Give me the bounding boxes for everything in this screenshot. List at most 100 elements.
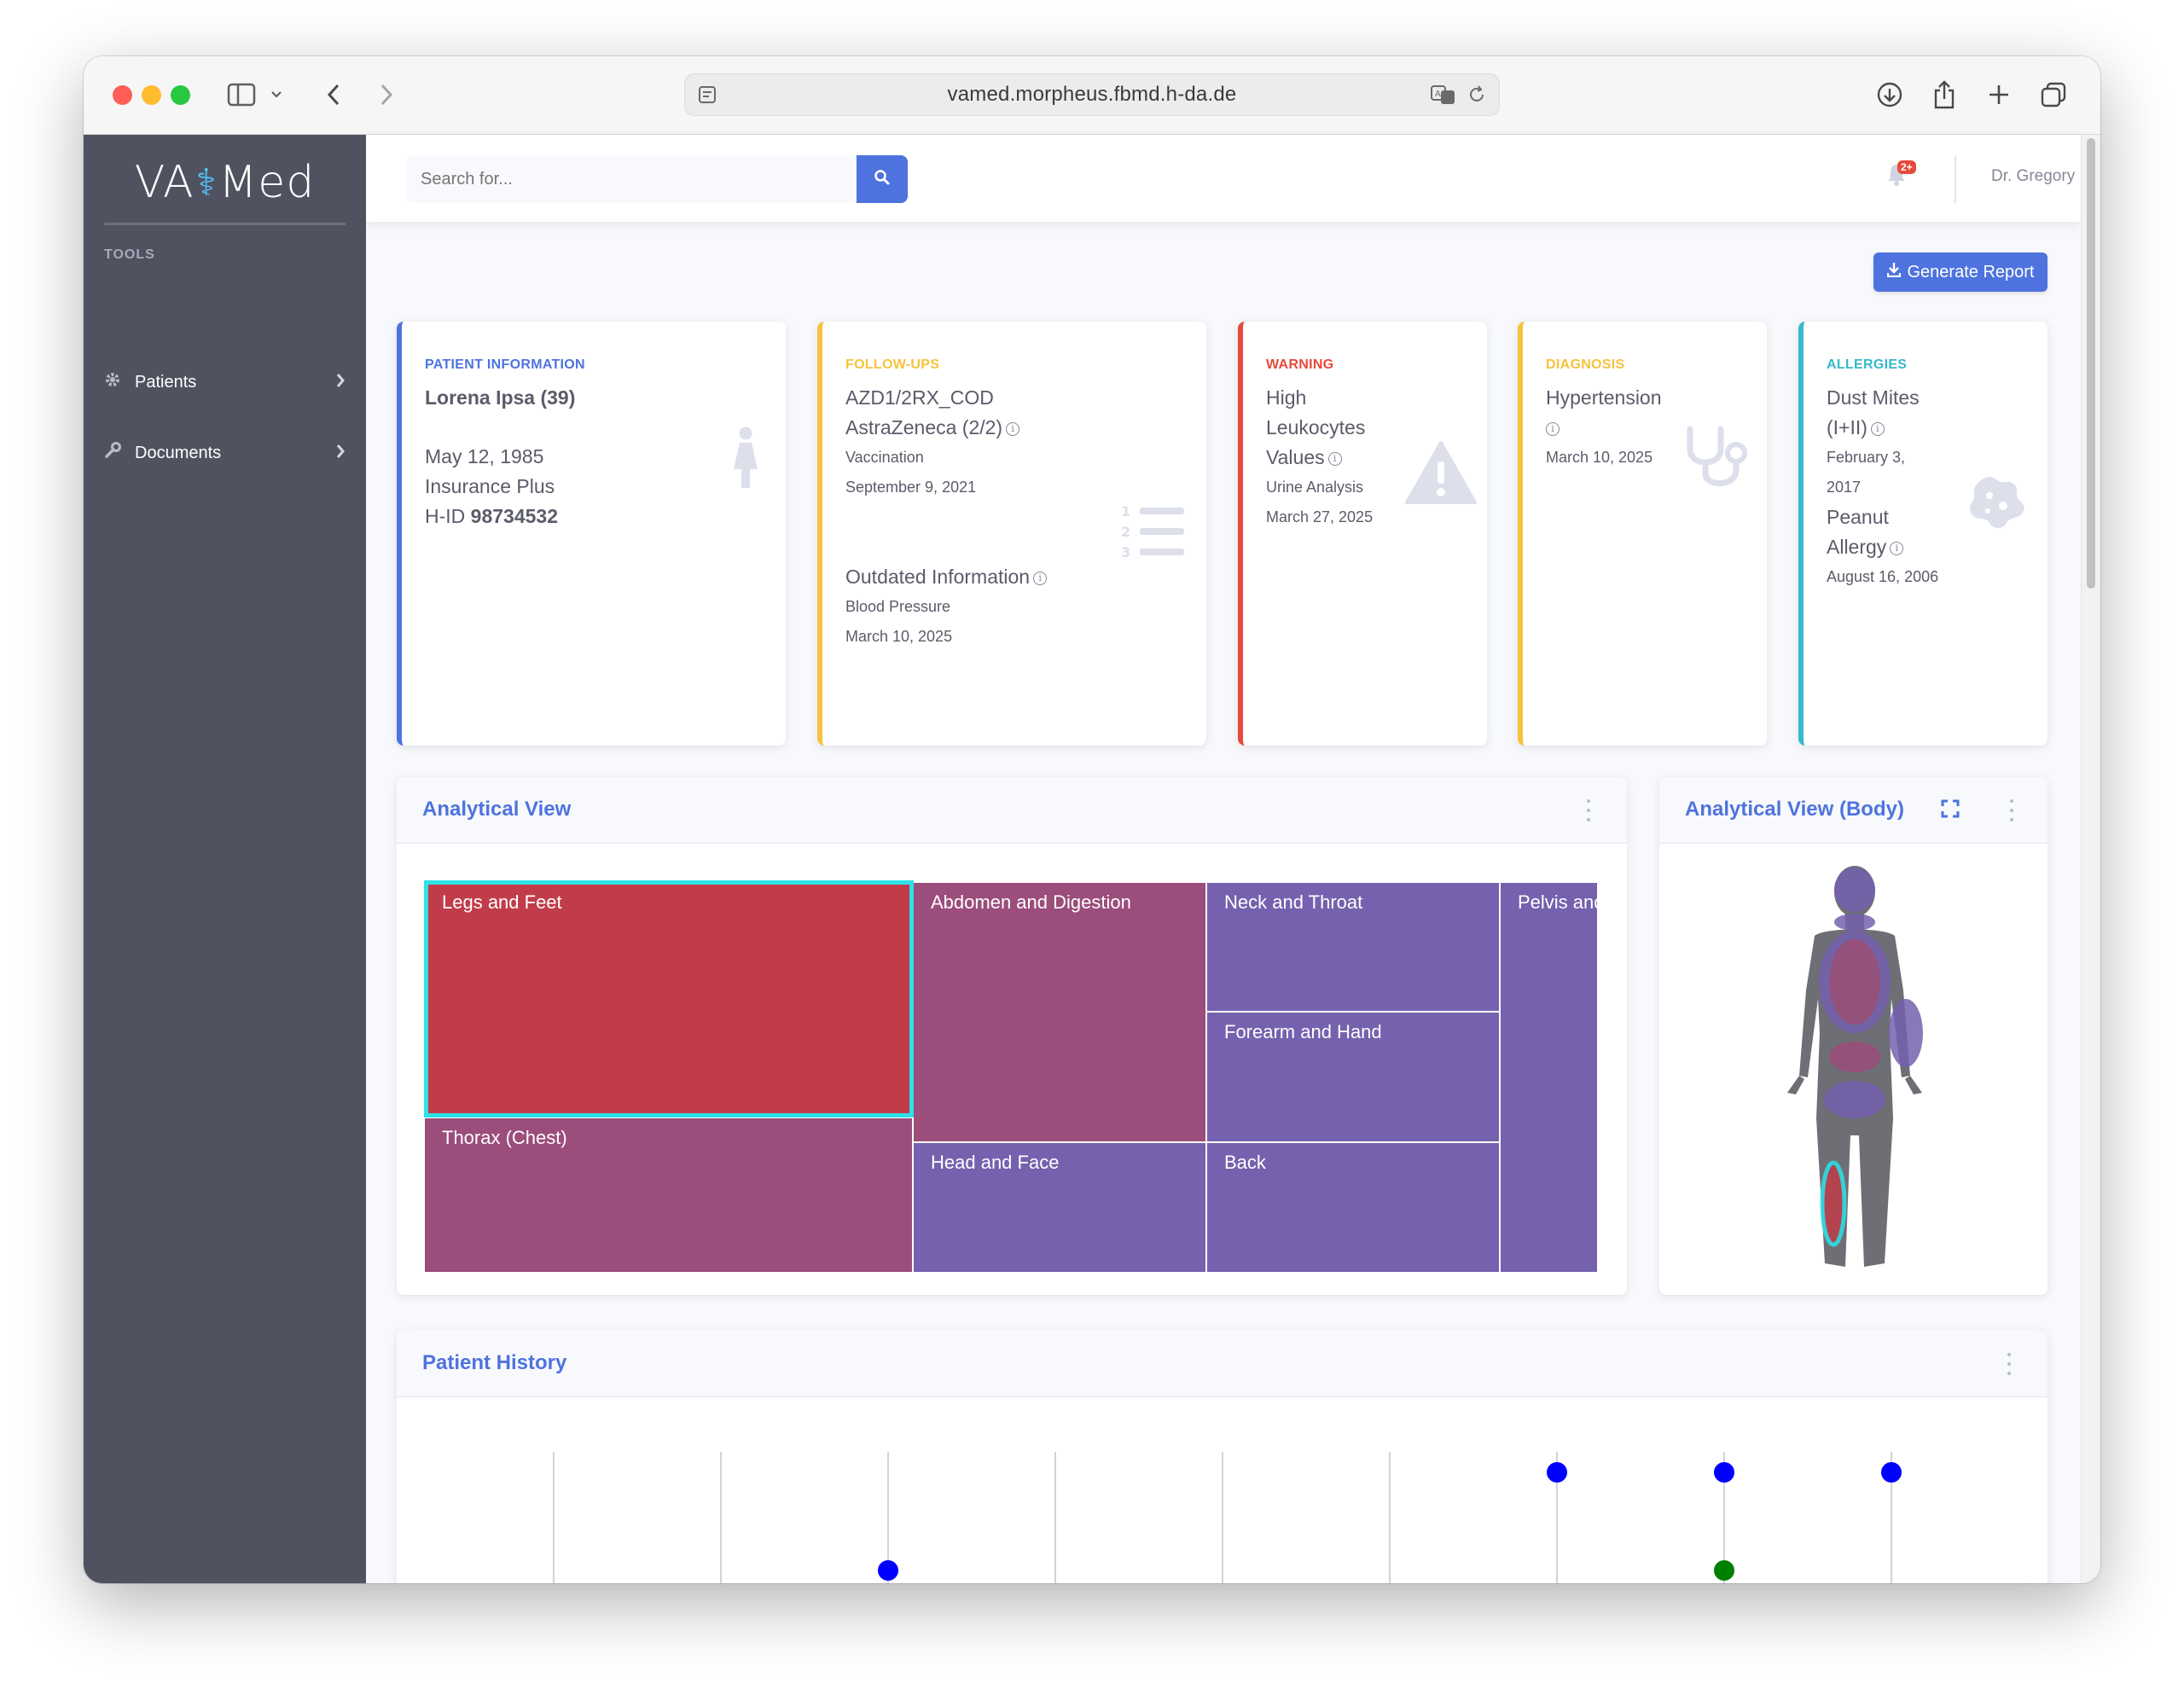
scrollbar-thumb[interactable] (2087, 138, 2095, 589)
forward-arrow-icon[interactable] (370, 78, 403, 111)
panel-title: Patient History (422, 1351, 567, 1374)
chevron-right-icon (335, 441, 346, 465)
info-icon[interactable]: i (1006, 421, 1020, 436)
sidebar-toggle-icon[interactable] (225, 78, 258, 111)
expand-icon[interactable] (1941, 799, 1960, 822)
search-icon (874, 169, 891, 190)
allergies-card: ALLERGIES Dust Mites (I+II) i February 3,… (1798, 322, 2048, 746)
treemap-region-pelvis-and-hips[interactable]: Pelvis and Hips (1500, 882, 1598, 1273)
reload-icon[interactable] (1467, 84, 1487, 109)
card-label: WARNING (1266, 357, 1334, 372)
allergy-title-2-line2: Allergy i (1827, 532, 1938, 562)
close-window-button[interactable] (113, 85, 132, 105)
info-icon[interactable]: i (1033, 571, 1048, 585)
sidebar: VA ⚕ Med TOOLS Patients Documents (84, 135, 366, 1583)
warning-card: WARNING High Leukocytes Values i Urine An… (1238, 322, 1487, 746)
followup-date: September 9, 2021 (845, 479, 977, 496)
brand-logo[interactable]: VA ⚕ Med (84, 148, 366, 217)
followup-title-2: Outdated Information i (845, 562, 1048, 592)
treemap-region-neck-and-throat[interactable]: Neck and Throat (1206, 882, 1500, 1012)
follow-ups-card: FOLLOW-UPS AZD1/2RX_COD AstraZeneca (2/2… (817, 322, 1206, 746)
address-bar[interactable]: vamed.morpheus.fbmd.h-da.de A (684, 73, 1500, 116)
timeline-event-dot[interactable] (1547, 1462, 1567, 1483)
allergy-title-2: Peanut (1827, 506, 1889, 528)
card-label: DIAGNOSIS (1546, 357, 1625, 372)
generate-report-button[interactable]: Generate Report (1873, 253, 2048, 292)
followup-title: AZD1/2RX_COD (845, 386, 994, 409)
bell-icon (1885, 165, 1908, 189)
panel-title: Analytical View (Body) (1685, 798, 1904, 821)
warning-title-line3: Values i (1266, 443, 1373, 473)
more-options-icon[interactable] (1584, 799, 1593, 821)
translate-icon[interactable]: A (1431, 84, 1456, 109)
more-options-icon[interactable] (2005, 1353, 2013, 1375)
allergy-date: February 3, (1827, 449, 1906, 466)
followup-date-2: March 10, 2025 (845, 628, 953, 645)
more-options-icon[interactable] (2007, 799, 2016, 821)
search-input[interactable] (406, 155, 857, 203)
allergy-title-line2: (I+II) i (1827, 413, 1938, 443)
chevron-right-icon (335, 370, 346, 394)
panel-title: Analytical View (422, 798, 572, 821)
treemap-region-legs-and-feet[interactable]: Legs and Feet (424, 882, 913, 1117)
minimize-window-button[interactable] (142, 85, 161, 105)
timeline-gridline (553, 1452, 555, 1583)
sidebar-item-label: Documents (135, 443, 222, 462)
diagnosis-title: Hypertension (1546, 386, 1662, 409)
topbar-divider (1955, 155, 1956, 203)
allergen-icon (1964, 473, 2029, 536)
diagnosis-info: i (1546, 413, 1662, 443)
card-label: PATIENT INFORMATION (425, 357, 585, 372)
treemap-region-abdomen-and-digestion[interactable]: Abdomen and Digestion (913, 882, 1206, 1142)
svg-text:1: 1 (1121, 503, 1130, 520)
patient-name: Lorena Ipsa (39) (425, 386, 576, 409)
card-label: ALLERGIES (1827, 357, 1908, 372)
download-icon[interactable] (1873, 78, 1906, 111)
wrench-icon (104, 442, 128, 464)
generate-report-label: Generate Report (1907, 262, 2035, 282)
sidebar-divider (104, 223, 346, 225)
allergy-title: Dust Mites (1827, 386, 1920, 409)
download-icon (1886, 262, 1901, 282)
timeline-gridline (1389, 1452, 1391, 1583)
treemap-region-thorax-chest[interactable]: Thorax (Chest) (424, 1117, 913, 1273)
back-arrow-icon[interactable] (317, 78, 350, 111)
body-figure[interactable] (1765, 862, 1944, 1285)
timeline-event-dot[interactable] (878, 1560, 898, 1581)
chevron-down-icon[interactable] (268, 78, 285, 111)
treemap-region-forearm-and-hand[interactable]: Forearm and Hand (1206, 1012, 1500, 1142)
treemap-region-back[interactable]: Back (1206, 1142, 1500, 1273)
card-label: FOLLOW-UPS (845, 357, 940, 372)
info-icon[interactable]: i (1870, 421, 1885, 436)
info-icon[interactable]: i (1890, 541, 1904, 555)
sidebar-item-documents[interactable]: Documents (104, 436, 346, 470)
info-icon[interactable]: i (1327, 451, 1342, 466)
timeline-event-dot[interactable] (1881, 1462, 1902, 1483)
patient-hid: H-ID 98734532 (425, 505, 559, 527)
panel-header: Analytical View (Body) (1659, 777, 2048, 844)
browser-titlebar: vamed.morpheus.fbmd.h-da.de A (84, 56, 2100, 135)
timeline-event-dot[interactable] (1714, 1462, 1734, 1483)
tab-overview-icon[interactable] (2037, 78, 2070, 111)
warning-triangle-icon (1405, 441, 1477, 508)
allergy-date-line2: 2017 (1827, 479, 1862, 496)
warning-source: Urine Analysis (1266, 479, 1364, 496)
share-icon[interactable] (1928, 78, 1960, 111)
patient-information-card: PATIENT INFORMATION Lorena Ipsa (39) May… (397, 322, 786, 746)
user-name[interactable]: Dr. Gregory (1991, 167, 2075, 186)
svg-text:3: 3 (1121, 544, 1130, 560)
female-icon (731, 427, 760, 494)
new-tab-icon[interactable] (1983, 78, 2015, 111)
sidebar-item-patients[interactable]: Patients (104, 365, 346, 399)
search-button[interactable] (857, 155, 908, 203)
allergy-date-2: August 16, 2006 (1827, 568, 1939, 585)
notification-bell[interactable]: 2+ (1885, 160, 1920, 196)
stethoscope-icon (1683, 426, 1750, 495)
info-icon[interactable]: i (1546, 421, 1560, 436)
panel-header: Patient History (397, 1331, 2048, 1397)
page-settings-icon[interactable] (697, 84, 717, 109)
treemap-region-head-and-face[interactable]: Head and Face (913, 1142, 1206, 1273)
timeline-gridline (1222, 1452, 1223, 1583)
zoom-window-button[interactable] (171, 85, 190, 105)
timeline-event-dot[interactable] (1714, 1560, 1734, 1581)
